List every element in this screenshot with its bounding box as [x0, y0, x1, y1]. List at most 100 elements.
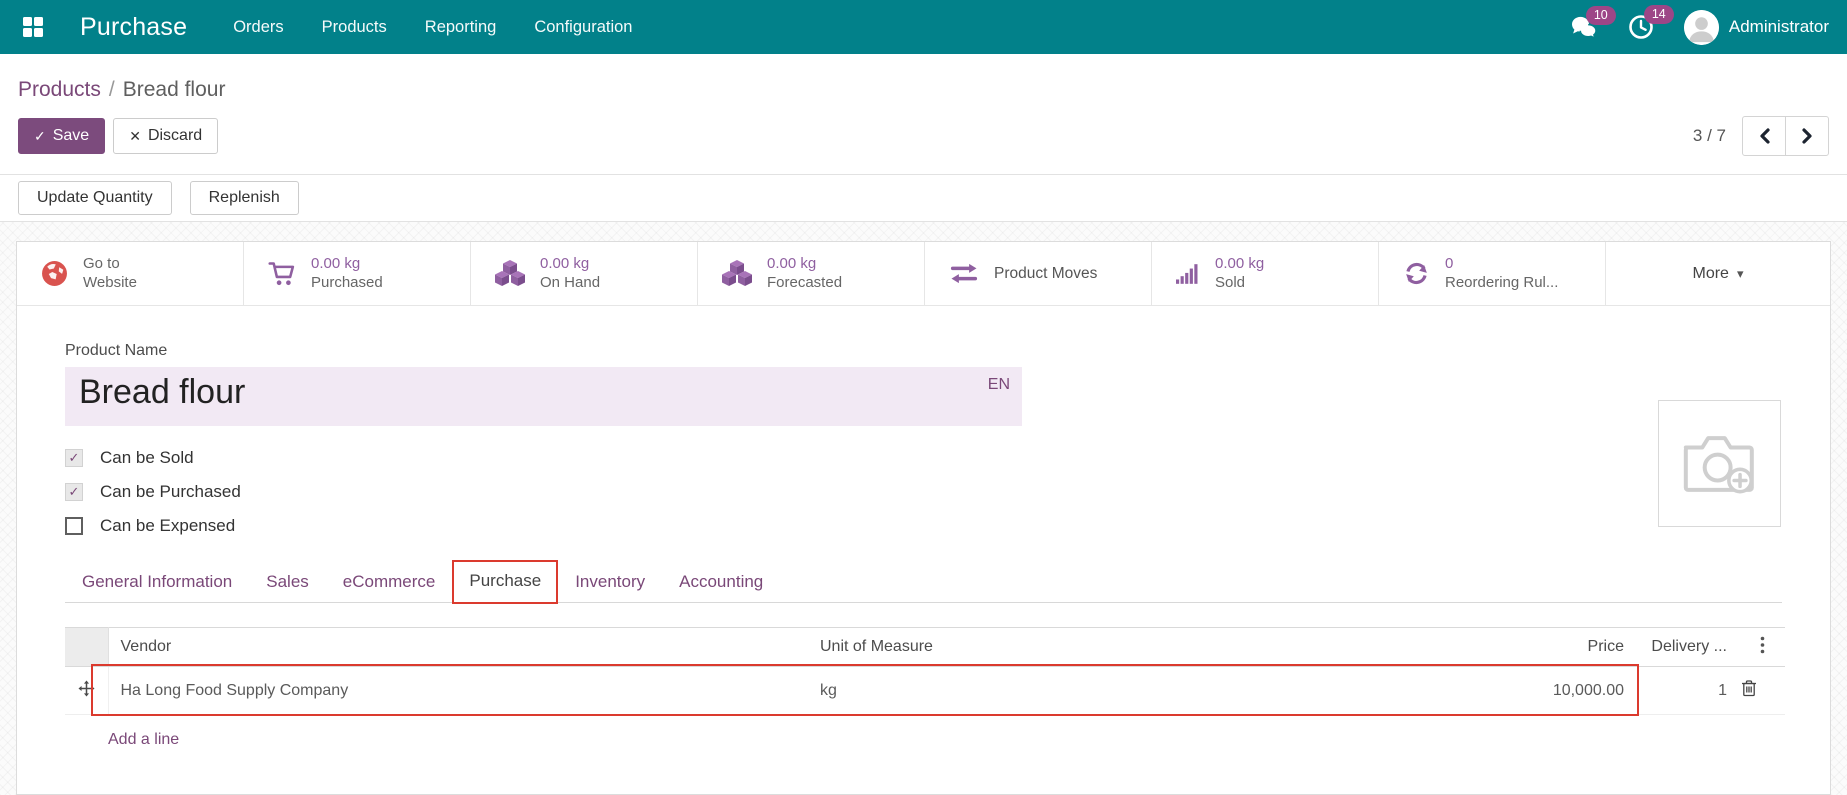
camera-plus-icon: [1682, 431, 1758, 497]
tab-purchase[interactable]: Purchase: [452, 560, 558, 604]
form-body: Product Name Bread flour EN ✓ Can be Sol…: [17, 306, 1830, 749]
pager-previous-button[interactable]: [1742, 116, 1786, 156]
add-a-line-link[interactable]: Add a line: [108, 731, 179, 748]
can-be-expensed-checkbox[interactable]: [65, 517, 83, 535]
chevron-left-icon: [1758, 128, 1771, 144]
product-flags: ✓ Can be Sold ✓ Can be Purchased Can be …: [65, 448, 1782, 536]
go-to-website-button[interactable]: Go to Website: [17, 242, 244, 305]
row-drag-handle[interactable]: [65, 667, 108, 715]
move-icon: [78, 680, 95, 697]
stat-value: 0.00 kg: [540, 255, 600, 274]
product-name-input[interactable]: Bread flour: [65, 367, 1022, 426]
globe-icon: [41, 260, 68, 287]
stat-line2: Website: [83, 274, 137, 293]
main-menu: Orders Products Reporting Configuration: [233, 18, 632, 37]
save-button[interactable]: ✓ Save: [18, 118, 105, 154]
app-name[interactable]: Purchase: [80, 13, 187, 42]
price-column-header: Price: [1508, 628, 1636, 667]
cubes-icon: [722, 260, 752, 287]
breadcrumb: Products / Bread flour: [0, 54, 1847, 108]
top-navbar: Purchase Orders Products Reporting Confi…: [0, 0, 1847, 54]
forecasted-stat-button[interactable]: 0.00 kg Forecasted: [698, 242, 925, 305]
stat-label: Reordering Rul...: [1445, 274, 1558, 293]
pager-counter: 3 / 7: [1693, 126, 1726, 146]
stat-value: 0.00 kg: [767, 255, 842, 274]
can-be-purchased-row: ✓ Can be Purchased: [65, 482, 1782, 502]
product-name-label: Product Name: [65, 342, 1782, 360]
optional-columns-button[interactable]: [1739, 628, 1785, 667]
bar-chart-icon: [1176, 263, 1200, 285]
stat-button-row: Go to Website 0.00 kg Purchased: [17, 242, 1830, 306]
price-cell[interactable]: 10,000.00: [1508, 667, 1636, 715]
checkmark-icon: ✓: [69, 450, 80, 466]
on-hand-stat-button[interactable]: 0.00 kg On Hand: [471, 242, 698, 305]
purchased-stat-button[interactable]: 0.00 kg Purchased: [244, 242, 471, 305]
tab-sales[interactable]: Sales: [249, 562, 326, 602]
vendor-cell[interactable]: Ha Long Food Supply Company: [108, 667, 808, 715]
handle-column-header: [65, 628, 108, 667]
can-be-purchased-label[interactable]: Can be Purchased: [100, 482, 241, 502]
reordering-rules-button[interactable]: 0 Reordering Rul...: [1379, 242, 1606, 305]
kebab-menu-icon: [1760, 636, 1765, 654]
stat-line1: Go to: [83, 255, 137, 274]
delete-row-button[interactable]: [1739, 667, 1785, 715]
stat-label: On Hand: [540, 274, 600, 293]
can-be-sold-label[interactable]: Can be Sold: [100, 448, 194, 468]
stat-value: 0.00 kg: [311, 255, 383, 274]
chevron-right-icon: [1801, 128, 1814, 144]
tab-accounting[interactable]: Accounting: [662, 562, 780, 602]
user-name: Administrator: [1729, 17, 1829, 37]
can-be-purchased-checkbox[interactable]: ✓: [65, 483, 83, 501]
menu-configuration[interactable]: Configuration: [534, 18, 632, 37]
stat-label: Product Moves: [994, 265, 1097, 283]
form-sheet: Go to Website 0.00 kg Purchased: [16, 241, 1831, 795]
breadcrumb-separator: /: [109, 78, 115, 101]
uom-column-header: Unit of Measure: [808, 628, 1508, 667]
content-area: Go to Website 0.00 kg Purchased: [0, 222, 1847, 795]
stat-label: Sold: [1215, 274, 1264, 293]
stat-label: Forecasted: [767, 274, 842, 293]
uom-cell[interactable]: kg: [808, 667, 1508, 715]
replenish-button[interactable]: Replenish: [190, 181, 299, 215]
activities-badge: 14: [1644, 5, 1674, 24]
vendor-pricelist-table: Vendor Unit of Measure Price Delivery ..…: [65, 627, 1782, 749]
menu-reporting[interactable]: Reporting: [425, 18, 497, 37]
stat-value: 0.00 kg: [1215, 255, 1264, 274]
delivery-column-header: Delivery ...: [1636, 628, 1739, 667]
menu-orders[interactable]: Orders: [233, 18, 283, 37]
messages-badge: 10: [1586, 6, 1616, 25]
discard-button[interactable]: ✕ Discard: [113, 118, 218, 154]
check-icon: ✓: [34, 128, 46, 145]
breadcrumb-current: Bread flour: [123, 78, 226, 101]
tab-inventory[interactable]: Inventory: [558, 562, 662, 602]
product-image-placeholder[interactable]: [1658, 400, 1781, 527]
vendor-row: Ha Long Food Supply Company kg 10,000.00…: [65, 667, 1785, 715]
user-menu[interactable]: Administrator: [1684, 10, 1829, 45]
control-panel: ✓ Save ✕ Discard 3 / 7: [0, 108, 1847, 174]
tab-general-information[interactable]: General Information: [65, 562, 249, 602]
avatar: [1684, 10, 1719, 45]
delivery-cell[interactable]: 1: [1636, 667, 1739, 715]
breadcrumb-parent[interactable]: Products: [18, 78, 101, 101]
x-icon: ✕: [129, 128, 141, 145]
can-be-sold-row: ✓ Can be Sold: [65, 448, 1782, 468]
vendor-column-header: Vendor: [108, 628, 808, 667]
can-be-expensed-label[interactable]: Can be Expensed: [100, 516, 235, 536]
update-quantity-button[interactable]: Update Quantity: [18, 181, 172, 215]
language-badge[interactable]: EN: [988, 376, 1010, 394]
messages-button[interactable]: 10: [1570, 15, 1598, 39]
product-moves-button[interactable]: Product Moves: [925, 242, 1152, 305]
pager-next-button[interactable]: [1785, 116, 1829, 156]
activities-button[interactable]: 14: [1628, 14, 1654, 40]
stat-value: 0: [1445, 255, 1558, 274]
systray: 10 14 Administrator: [1570, 10, 1829, 45]
stat-label: Purchased: [311, 274, 383, 293]
apps-menu-icon[interactable]: [18, 12, 48, 42]
menu-products[interactable]: Products: [322, 18, 387, 37]
can-be-sold-checkbox[interactable]: ✓: [65, 449, 83, 467]
tab-ecommerce[interactable]: eCommerce: [326, 562, 453, 602]
sold-stat-button[interactable]: 0.00 kg Sold: [1152, 242, 1379, 305]
more-dropdown-button[interactable]: More ▾: [1606, 242, 1830, 305]
notebook-tabs: General Information Sales eCommerce Purc…: [65, 560, 1782, 603]
product-name-field: Bread flour EN: [65, 367, 1022, 426]
